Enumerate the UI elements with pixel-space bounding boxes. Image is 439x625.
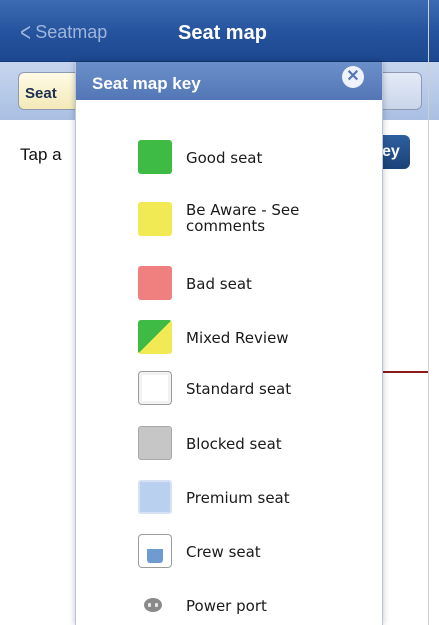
- key-item-standard-seat: Standard seat: [138, 371, 368, 405]
- modal-header: Seat map key ✕: [76, 62, 382, 100]
- key-item-label: Standard seat: [186, 380, 292, 398]
- key-item-mixed-review: Mixed Review: [138, 320, 368, 354]
- back-button[interactable]: < Seatmap: [18, 17, 108, 47]
- key-item-be-aware: Be Aware - See comments: [138, 202, 368, 236]
- standard-seat-swatch: [138, 371, 172, 405]
- good-seat-swatch: [138, 140, 172, 174]
- bad-seat-swatch: [138, 266, 172, 300]
- blocked-seat-swatch: [138, 426, 172, 460]
- key-item-label: Power port: [186, 597, 267, 615]
- be-aware-swatch: [138, 202, 172, 236]
- key-item-label: Bad seat: [186, 275, 252, 293]
- crew-seat-fill: [147, 549, 163, 563]
- premium-seat-swatch: [138, 480, 172, 514]
- key-item-label: Blocked seat: [186, 435, 282, 453]
- key-item-label: Good seat: [186, 149, 263, 167]
- key-item-crew-seat: Crew seat: [138, 534, 368, 568]
- mixed-review-swatch: [138, 320, 172, 354]
- instructions-text: Tap a: [20, 145, 62, 164]
- key-item-label: Mixed Review: [186, 329, 289, 347]
- key-item-premium-seat: Premium seat: [138, 480, 368, 514]
- key-item-power-port: Power port: [138, 588, 368, 622]
- key-item-bad-seat: Bad seat: [138, 266, 368, 300]
- chevron-left-icon: <: [20, 17, 31, 47]
- divider-line: [380, 371, 428, 373]
- key-item-label: Be Aware - See comments: [186, 201, 300, 235]
- screen-edge: [428, 0, 429, 625]
- seat-map-key-modal: Seat map key ✕ Good seat Be Aware - See …: [75, 62, 383, 625]
- navigation-bar: < Seatmap Seat map: [0, 0, 439, 62]
- key-item-blocked-seat: Blocked seat: [138, 426, 368, 460]
- back-button-label: Seatmap: [35, 21, 108, 42]
- power-port-icon: [144, 598, 162, 612]
- key-item-label: Crew seat: [186, 543, 261, 561]
- power-port-swatch: [138, 588, 172, 622]
- close-icon[interactable]: ✕: [342, 66, 364, 88]
- page-title: Seat map: [178, 22, 267, 44]
- key-item-label: Premium seat: [186, 489, 290, 507]
- modal-title: Seat map key: [92, 74, 201, 93]
- crew-seat-swatch: [138, 534, 172, 568]
- key-item-good-seat: Good seat: [138, 140, 368, 174]
